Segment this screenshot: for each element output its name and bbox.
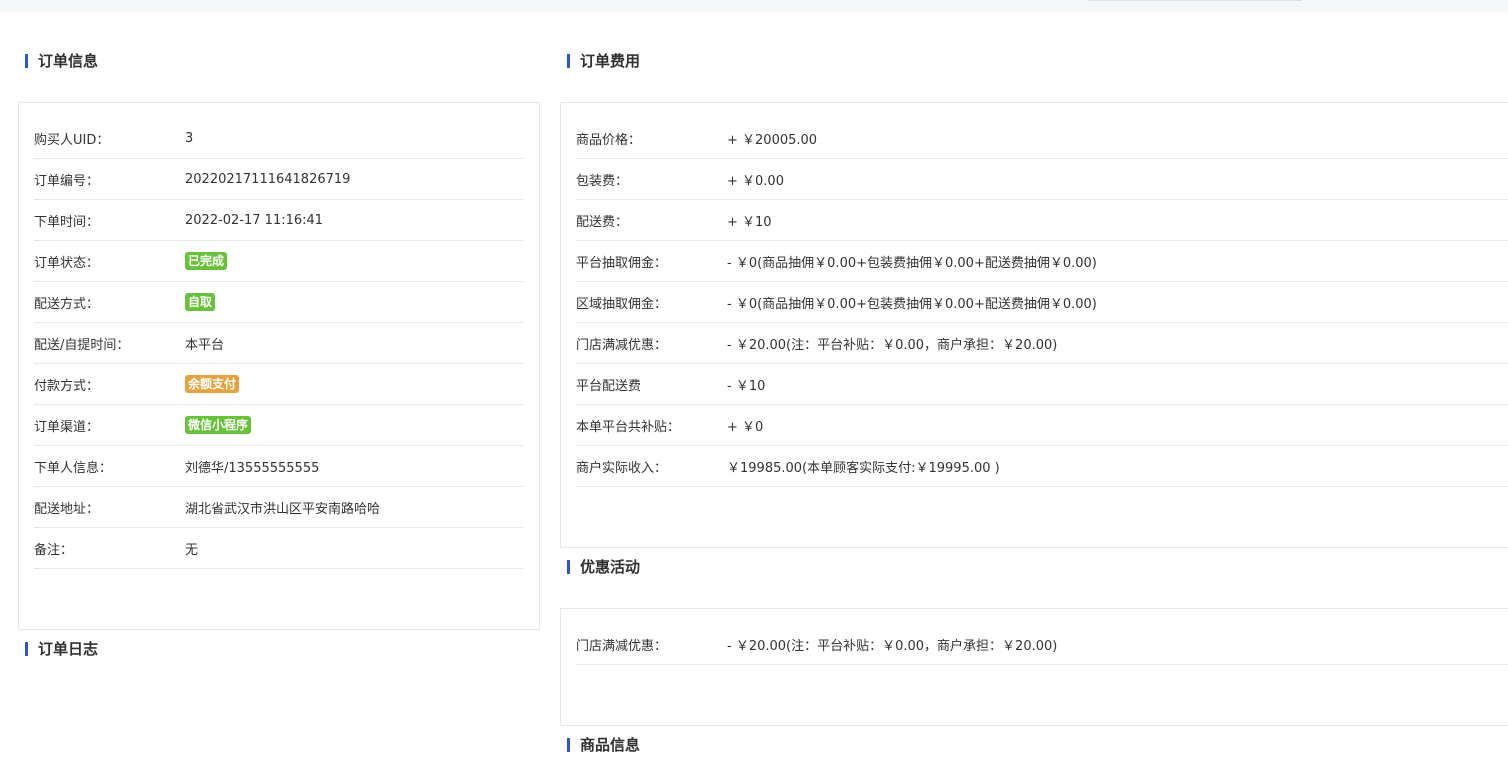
promo_rows-row: 门店满减优惠： - ￥20.00(注：平台补贴：￥0.00，商户承担：￥20.00… [576, 624, 1508, 665]
fee_rows-label: 商户实际收入： [576, 460, 668, 476]
fee_rows-row: 包装费： + ￥0.00 [576, 159, 1508, 200]
order_info_rows-label: 备注： [34, 542, 74, 558]
order_info_rows-tag-wrap: 微信小程序 [185, 416, 252, 434]
status-badge: 已完成 [185, 252, 228, 270]
order_info_rows-row: 购买人UID： 3 [34, 118, 524, 159]
section-title-promotions: 优惠活动 [567, 558, 640, 576]
fee_rows-value: + ￥0 [727, 419, 764, 435]
order_info_rows-row: 配送/自提时间： 本平台 [34, 323, 524, 364]
order_info_rows-label: 配送地址： [34, 501, 100, 517]
order_info_rows-label: 下单时间： [34, 214, 100, 230]
fee_rows-row: 商户实际收入： ￥19985.00(本单顾客实际支付:￥19995.00 ) [576, 446, 1508, 487]
order_info_rows-value: 20220217111641826719 [185, 171, 351, 187]
order_info_rows-label: 订单状态： [34, 255, 100, 271]
promotions-card: 门店满减优惠： - ￥20.00(注：平台补贴：￥0.00，商户承担：￥20.00… [560, 608, 1508, 726]
top-bar-tab-indicator [1088, 0, 1302, 1]
fee_rows-label: 商品价格： [576, 132, 642, 148]
order_info_rows-row: 订单渠道： 微信小程序 [34, 405, 524, 446]
order_info_rows-label: 付款方式： [34, 378, 100, 394]
order_info_rows-label: 配送方式： [34, 296, 100, 312]
order_info_rows-tag-wrap: 已完成 [185, 252, 228, 270]
order_info_rows-row: 订单编号： 20220217111641826719 [34, 159, 524, 200]
order-info-card: 购买人UID： 3 订单编号： 20220217111641826719 下单时间： 20… [18, 102, 540, 630]
order_info_rows-row: 订单状态： 已完成 [34, 241, 524, 282]
promo_rows-value: - ￥20.00(注：平台补贴：￥0.00，商户承担：￥20.00) [727, 638, 1058, 654]
fee_rows-row: 配送费： + ￥10 [576, 200, 1508, 241]
fee_rows-value: - ￥20.00(注：平台补贴：￥0.00，商户承担：￥20.00) [727, 337, 1058, 353]
order_info_rows-row: 配送地址： 湖北省武汉市洪山区平安南路哈哈 [34, 487, 524, 528]
fee_rows-value: - ￥0(商品抽佣￥0.00+包装费抽佣￥0.00+配送费抽佣￥0.00) [727, 255, 1097, 271]
fee_rows-label: 包装费： [576, 173, 629, 189]
fee_rows-label: 区域抽取佣金： [576, 296, 668, 312]
fee_rows-label: 本单平台共补贴： [576, 419, 681, 435]
fee_rows-row: 平台配送费 - ￥10 [576, 364, 1508, 405]
order_info_rows-row: 配送方式： 自取 [34, 282, 524, 323]
order_info_rows-tag-wrap: 自取 [185, 293, 216, 311]
section-title-order-info: 订单信息 [25, 52, 98, 70]
fee_rows-value: + ￥10 [727, 214, 772, 230]
order_info_rows-value: 湖北省武汉市洪山区平安南路哈哈 [185, 501, 381, 517]
order_info_rows-label: 下单人信息： [34, 460, 113, 476]
fee_rows-value: ￥19985.00(本单顾客实际支付:￥19995.00 ) [727, 460, 1000, 476]
order_info_rows-row: 付款方式： 余额支付 [34, 364, 524, 405]
fee_rows-label: 平台配送费 [576, 378, 642, 394]
fee_rows-value: + ￥20005.00 [727, 132, 818, 148]
order_info_rows-value: 2022-02-17 11:16:41 [185, 212, 324, 228]
fee_rows-row: 商品价格： + ￥20005.00 [576, 118, 1508, 159]
order_info_rows-value: 无 [185, 542, 199, 558]
order_info_rows-row: 备注： 无 [34, 528, 524, 569]
section-title-product-info: 商品信息 [567, 736, 640, 754]
order_info_rows-label: 购买人UID： [34, 132, 110, 148]
order_info_rows-value: 3 [185, 130, 194, 146]
status-badge: 余额支付 [185, 375, 240, 393]
top-bar [0, 0, 1508, 12]
fee_rows-row: 门店满减优惠： - ￥20.00(注：平台补贴：￥0.00，商户承担：￥20.00… [576, 323, 1508, 364]
fee_rows-label: 门店满减优惠： [576, 337, 668, 353]
fee_rows-label: 平台抽取佣金： [576, 255, 668, 271]
order_info_rows-label: 配送/自提时间： [34, 337, 130, 353]
promo_rows-label: 门店满减优惠： [576, 638, 668, 654]
fee_rows-row: 本单平台共补贴： + ￥0 [576, 405, 1508, 446]
order_info_rows-value: 刘德华/13555555555 [185, 460, 320, 476]
order_info_rows-tag-wrap: 余额支付 [185, 375, 240, 393]
status-badge: 自取 [185, 293, 216, 311]
fee_rows-row: 平台抽取佣金： - ￥0(商品抽佣￥0.00+包装费抽佣￥0.00+配送费抽佣￥0… [576, 241, 1508, 282]
status-badge: 微信小程序 [185, 416, 252, 434]
order_info_rows-value: 本平台 [185, 337, 225, 353]
fee_rows-value: - ￥10 [727, 378, 766, 394]
section-title-order-fees: 订单费用 [567, 52, 640, 70]
fee_rows-label: 配送费： [576, 214, 629, 230]
order_info_rows-label: 订单编号： [34, 173, 100, 189]
order_info_rows-label: 订单渠道： [34, 419, 100, 435]
fee_rows-value: - ￥0(商品抽佣￥0.00+包装费抽佣￥0.00+配送费抽佣￥0.00) [727, 296, 1097, 312]
section-title-order-log: 订单日志 [25, 640, 98, 658]
fee_rows-value: + ￥0.00 [727, 173, 784, 189]
order-fees-card: 商品价格： + ￥20005.00 包装费： + ￥0.00 配送费： + ￥10 平台抽取… [560, 102, 1508, 548]
order_info_rows-row: 下单人信息： 刘德华/13555555555 [34, 446, 524, 487]
fee_rows-row: 区域抽取佣金： - ￥0(商品抽佣￥0.00+包装费抽佣￥0.00+配送费抽佣￥0… [576, 282, 1508, 323]
order_info_rows-row: 下单时间： 2022-02-17 11:16:41 [34, 200, 524, 241]
